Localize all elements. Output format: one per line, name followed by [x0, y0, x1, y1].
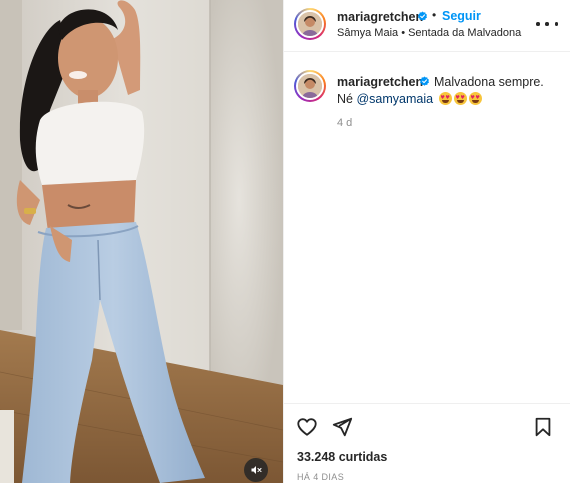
follow-button[interactable]: Seguir — [442, 9, 481, 23]
verified-badge-icon — [420, 76, 429, 86]
verified-badge-icon — [418, 11, 427, 21]
caption-text: Malvadona sempre. — [434, 75, 544, 89]
muted-speaker-icon — [251, 466, 262, 474]
video-frame-image — [0, 0, 283, 483]
bookmark-icon[interactable] — [532, 416, 554, 438]
caption-text-prefix: Né — [337, 92, 357, 106]
caption-timestamp[interactable]: 4 d — [337, 117, 352, 129]
heart-eyes-emoji-icon — [453, 92, 467, 105]
mute-toggle-button[interactable] — [244, 458, 268, 482]
post-header: mariagretchen • Seguir Sâmya Maia • Sent… — [284, 0, 570, 52]
caption-avatar-image — [298, 74, 322, 98]
caption-line-2: Né @samyamaia — [337, 92, 482, 106]
heart-eyes-emoji-icon — [438, 92, 452, 105]
post-date[interactable]: HÁ 4 DIAS — [297, 472, 344, 482]
mention-link[interactable]: @samyamaia — [356, 92, 433, 106]
audio-track-link[interactable]: Sâmya Maia • Sentada da Malvadona — [337, 27, 521, 39]
caption-username-link[interactable]: mariagretchen — [337, 75, 423, 89]
header-separator: • — [432, 8, 437, 22]
author-avatar[interactable] — [294, 8, 326, 40]
more-options-button[interactable] — [536, 15, 558, 33]
author-username-link[interactable]: mariagretchen — [337, 10, 423, 24]
post-details-panel: mariagretchen • Seguir Sâmya Maia • Sent… — [283, 0, 570, 483]
author-avatar-image — [298, 12, 322, 36]
caption-author-avatar[interactable] — [294, 70, 326, 102]
heart-icon[interactable] — [296, 416, 318, 438]
post-media-video[interactable] — [0, 0, 283, 483]
heart-eyes-emoji-icon — [468, 92, 482, 105]
likes-count[interactable]: 33.248 curtidas — [297, 450, 387, 464]
paper-plane-icon[interactable] — [331, 416, 353, 438]
more-options-icon — [536, 22, 540, 26]
post-actions-bar: 33.248 curtidas HÁ 4 DIAS — [284, 403, 570, 483]
